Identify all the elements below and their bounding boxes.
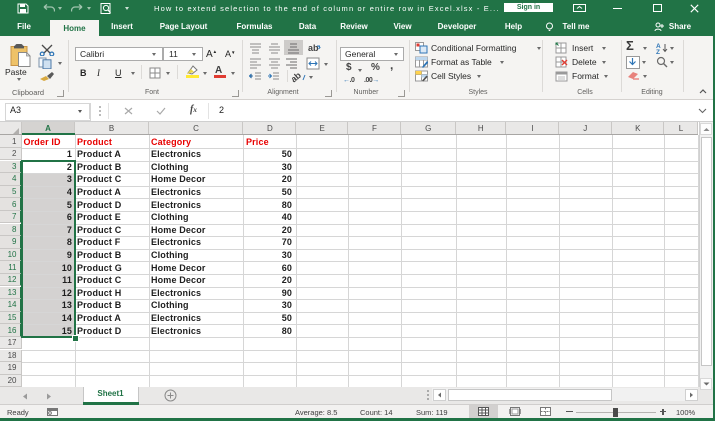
svg-text:Z: Z (656, 49, 660, 54)
svg-text:ab: ab (308, 43, 319, 53)
svg-text:ab: ab (292, 71, 303, 83)
